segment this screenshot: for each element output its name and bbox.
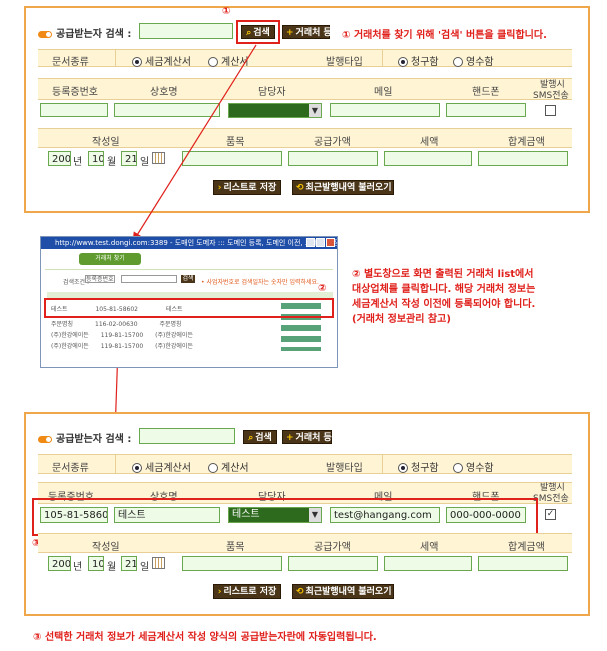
radio-icon <box>398 463 408 473</box>
bottom-day-unit: 일 <box>140 562 150 573</box>
bottom-search-label: 공급받는자 검색 : <box>38 430 131 445</box>
bottom-year-unit: 년 <box>73 562 83 573</box>
divider <box>115 454 116 474</box>
arrow-right-icon: › <box>217 587 222 597</box>
bottom-col-sms-2: SMS전송 <box>533 494 569 504</box>
bottom-search-input[interactable] <box>139 428 235 444</box>
minimize-icon[interactable] <box>306 238 315 247</box>
bottom-doctype-label: 문서종류 <box>52 463 89 474</box>
radio-icon <box>453 463 463 473</box>
bullet-icon <box>38 435 52 443</box>
bottom-radio-receipt[interactable]: 영수함 <box>453 459 494 474</box>
bottom-year-input[interactable]: 2009 <box>48 556 71 571</box>
bottom-radio-billing[interactable]: 청구함 <box>398 459 439 474</box>
callout-2-text: ② 별도창으로 화면 출력된 거래처 list에서 대상업체를 클릭합니다. 해… <box>352 269 536 325</box>
maximize-icon[interactable] <box>316 238 325 247</box>
close-icon[interactable] <box>326 238 335 247</box>
radio-icon <box>132 463 142 473</box>
bottom-issuetype-label: 발행타입 <box>326 463 363 474</box>
bottom-col-item: 품목 <box>226 542 245 553</box>
bottom-col-total: 합계금액 <box>508 542 545 553</box>
bottom-tax-input[interactable] <box>384 556 472 571</box>
history-icon: ⟲ <box>296 587 304 597</box>
callout-2-marker: ② <box>318 283 327 294</box>
bottom-recent-button[interactable]: ⟲ 최근발행내역 불러오기 <box>292 584 394 599</box>
bottom-col-tax: 세액 <box>420 542 439 553</box>
popup-search-select[interactable]: 등록증번호 <box>85 275 115 283</box>
calendar-icon[interactable] <box>152 557 165 569</box>
callout-2-highlight <box>44 298 334 318</box>
divider <box>382 454 383 474</box>
bottom-item-input[interactable] <box>182 556 282 571</box>
popup-hint: • 사업자번호로 검색일자는 숫자만 입력하세요. <box>201 279 319 286</box>
callout-3-text: ③ 선택한 거래처 정보가 세금계산서 작성 양식의 공급받는자란에 자동입력됩… <box>33 632 377 643</box>
bottom-sms-checkbox[interactable]: ✓ <box>545 509 556 520</box>
bottom-supply-input[interactable] <box>288 556 378 571</box>
popup-search-button[interactable]: 검색 <box>181 275 195 283</box>
bottom-search-button[interactable]: ⌕ 검색 <box>243 430 277 444</box>
divider <box>45 269 333 270</box>
bottom-col-date: 작성일 <box>92 542 120 553</box>
bottom-col-supply: 공급가액 <box>314 542 351 553</box>
popup-titlebar: http://www.test.dongi.com:3389 - 도매인 도메자… <box>41 237 337 249</box>
callout-3-highlight <box>32 498 538 536</box>
bottom-radio-tax-invoice[interactable]: 세금계산서 <box>132 459 191 474</box>
popup-tab[interactable]: 거래처 찾기 <box>79 253 141 265</box>
radio-icon <box>208 463 218 473</box>
plus-icon: + <box>286 433 294 443</box>
popup-search-input[interactable] <box>121 275 177 283</box>
arrow-1 <box>132 44 257 243</box>
bottom-month-input[interactable]: 10 <box>88 556 104 571</box>
bottom-list-save-button[interactable]: › 리스트로 저장 <box>213 584 281 599</box>
search-icon: ⌕ <box>248 433 254 443</box>
bottom-register-button[interactable]: + 거래처 등록 <box>282 430 340 444</box>
bottom-radio-invoice[interactable]: 계산서 <box>208 459 249 474</box>
bottom-month-unit: 월 <box>107 562 117 573</box>
bottom-day-input[interactable]: 21 <box>121 556 137 571</box>
bottom-total-input[interactable] <box>478 556 568 571</box>
